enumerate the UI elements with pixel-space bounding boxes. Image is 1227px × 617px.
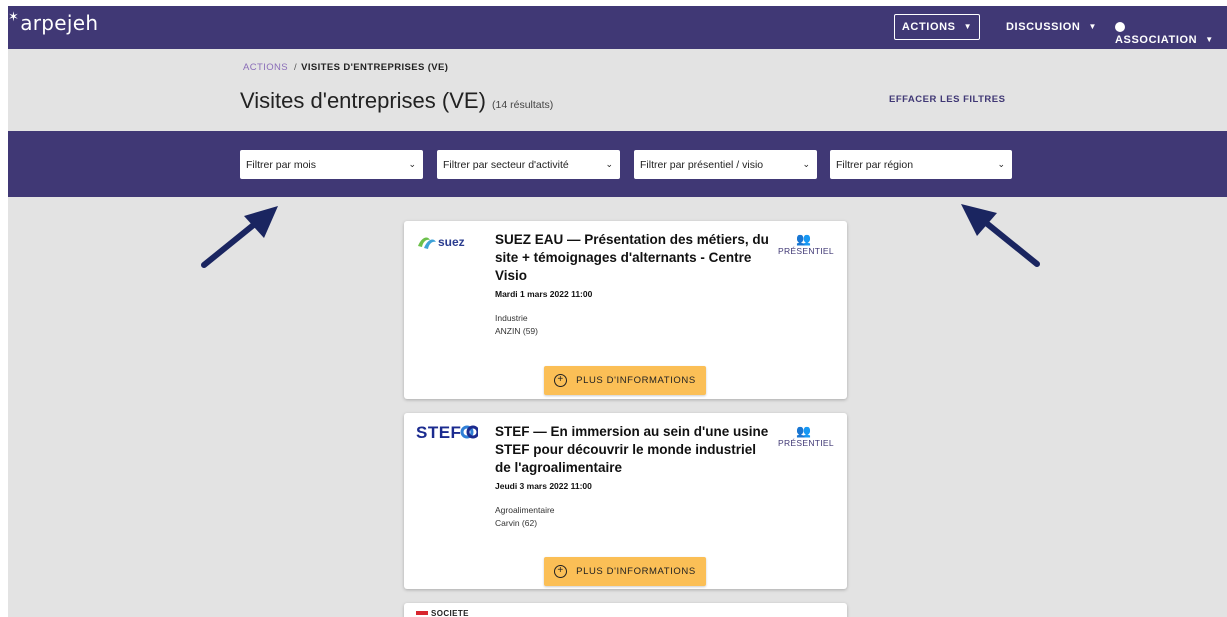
breadcrumb-link-actions[interactable]: ACTIONS	[243, 62, 288, 73]
plus-circle-icon: +	[554, 374, 568, 387]
filter-region-select[interactable]: Filtrer par région ⌄	[830, 150, 1012, 179]
breadcrumb: ACTIONS / VISITES D'ENTREPRISES (VE)	[243, 62, 448, 73]
event-date: Mardi 1 mars 2022 11:00	[495, 289, 593, 299]
card-logo-text: STEF	[416, 423, 461, 442]
event-card: STEF STEF — En immersion au sein d'une u…	[404, 413, 847, 589]
event-mode: 👥 PRÉSENTIEL	[778, 232, 834, 257]
stef-logo: STEF	[416, 423, 480, 448]
event-mode: 👥 PRÉSENTIEL	[778, 424, 834, 449]
filter-sector-select[interactable]: Filtrer par secteur d'activité ⌄	[437, 150, 620, 179]
annotation-arrow-right	[961, 204, 1040, 267]
result-count: (14 résultats)	[492, 99, 554, 111]
people-icon: 👥	[796, 424, 812, 438]
more-info-button[interactable]: + PLUS D'INFORMATIONS	[544, 366, 706, 395]
more-info-button[interactable]: + PLUS D'INFORMATIONS	[544, 557, 706, 586]
company-logo-icon: STEF	[416, 423, 480, 442]
event-sector: Industrie	[495, 313, 528, 323]
nav-actions-menu[interactable]: ACTIONS ▼	[894, 14, 980, 40]
page-title: Visites d'entreprises (VE) (14 résultats…	[240, 88, 553, 114]
app-frame: ✶arpejeh ACTIONS ▼ DISCUSSION ▼ ASSOCIATIO…	[8, 6, 1227, 617]
filter-month-select[interactable]: Filtrer par mois ⌄	[240, 150, 423, 179]
chevron-down-icon: ⌄	[408, 159, 416, 169]
nav-discussion-menu[interactable]: DISCUSSION ▼	[1006, 21, 1097, 33]
user-icon	[1115, 22, 1125, 32]
chevron-down-icon: ⌄	[605, 159, 613, 169]
logo-mark-icon: ✶	[8, 10, 20, 25]
clear-filters-link[interactable]: EFFACER LES FILTRES	[889, 94, 1005, 105]
event-title: SUEZ EAU — Présentation des métiers, du …	[495, 232, 769, 283]
card-logo-text: suez	[438, 235, 465, 249]
brand-logo[interactable]: ✶arpejeh	[8, 10, 98, 35]
event-card: SOCIETE	[404, 603, 847, 617]
page-title-text: Visites d'entreprises (VE)	[240, 88, 486, 113]
breadcrumb-current: VISITES D'ENTREPRISES (VE)	[301, 62, 449, 73]
chevron-down-icon: ▼	[963, 21, 973, 31]
chevron-down-icon: ▼	[1205, 35, 1214, 44]
nav-association-menu[interactable]: ASSOCIATION ▼	[1115, 21, 1227, 46]
suez-logo: suez	[416, 233, 472, 256]
plus-circle-icon: +	[554, 565, 568, 578]
event-title: STEF — En immersion au sein d'une usine …	[495, 424, 769, 475]
annotation-arrow-left	[201, 206, 278, 268]
card-logo-text: SOCIETE	[431, 609, 469, 617]
people-icon: 👥	[796, 232, 812, 246]
filter-mode-select[interactable]: Filtrer par présentiel / visio ⌄	[634, 150, 817, 179]
navbar: ✶arpejeh ACTIONS ▼ DISCUSSION ▼ ASSOCIATIO…	[8, 6, 1227, 49]
filter-bar: Filtrer par mois ⌄ Filtrer par secteur d'…	[8, 131, 1227, 197]
event-location: Carvin (62)	[495, 518, 538, 528]
logo-bar-icon	[416, 611, 428, 615]
company-logo-icon: suez	[418, 235, 465, 249]
chevron-down-icon: ⌄	[802, 159, 810, 169]
chevron-down-icon: ⌄	[997, 159, 1005, 169]
event-location: ANZIN (59)	[495, 326, 538, 336]
event-card: suez SUEZ EAU — Présentation des métiers…	[404, 221, 847, 399]
chevron-down-icon: ▼	[1088, 22, 1097, 31]
breadcrumb-separator: /	[294, 62, 298, 73]
event-sector: Agroalimentaire	[495, 505, 555, 515]
event-date: Jeudi 3 mars 2022 11:00	[495, 481, 592, 491]
